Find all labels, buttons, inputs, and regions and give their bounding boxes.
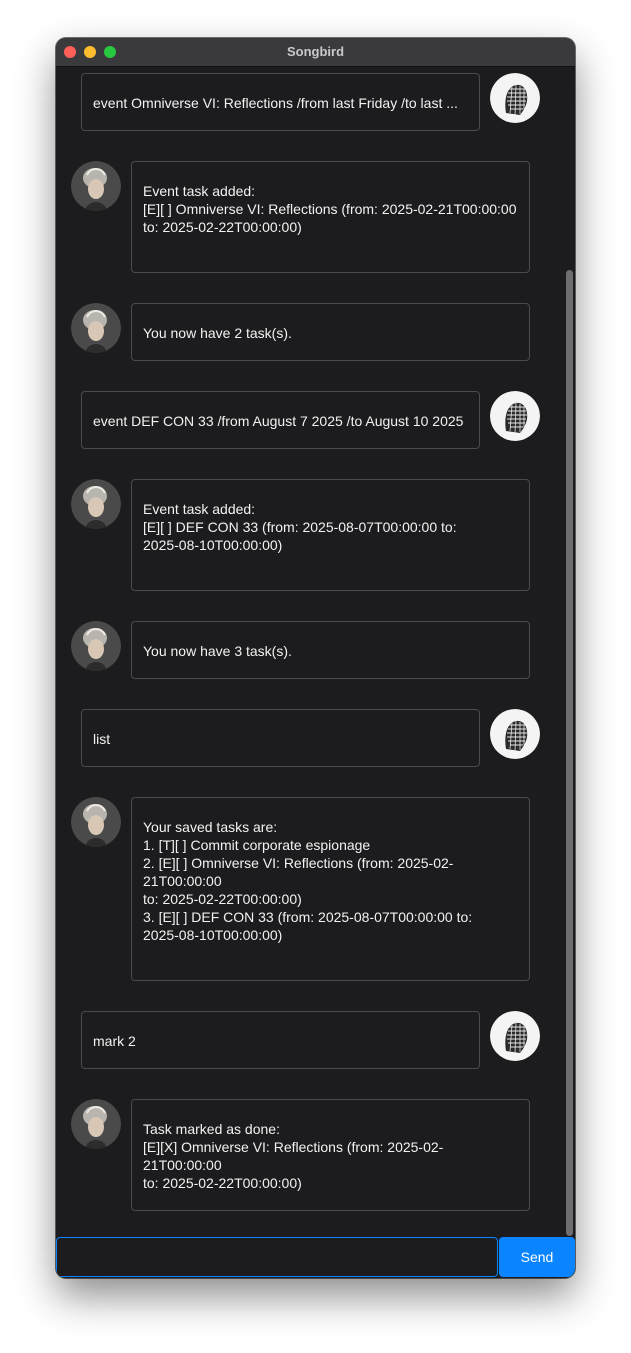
chat-scroll-area[interactable]: event Omniverse VI: Reflections /from la… [56, 67, 575, 1237]
bot-message-bubble: Task marked as done: [E][X] Omniverse VI… [131, 1099, 530, 1211]
user-message-bubble: mark 2 [81, 1011, 480, 1069]
message-input[interactable] [56, 1237, 498, 1277]
user-avatar-icon [490, 709, 540, 759]
bot-message-bubble: Event task added: [E][ ] DEF CON 33 (fro… [131, 479, 530, 591]
bot-message-bubble: You now have 3 task(s). [131, 621, 530, 679]
user-message-bubble: event Omniverse VI: Reflections /from la… [81, 73, 480, 131]
user-avatar-icon [490, 391, 540, 441]
title-bar: Songbird [56, 38, 575, 67]
user-message-bubble: list [81, 709, 480, 767]
bot-avatar-icon [71, 1099, 121, 1149]
bot-avatar-icon [71, 303, 121, 353]
app-window: Songbird event Omniverse VI: Reflections… [56, 38, 575, 1278]
input-bar: Send [56, 1237, 575, 1278]
window-title: Songbird [286, 44, 345, 59]
bot-avatar-icon [71, 621, 121, 671]
bot-message-bubble: Event task added: [E][ ] Omniverse VI: R… [131, 161, 530, 273]
bot-avatar-icon [71, 479, 121, 529]
bot-message-bubble: You now have 2 task(s). [131, 303, 530, 361]
send-button[interactable]: Send [499, 1237, 575, 1277]
user-message-bubble: event DEF CON 33 /from August 7 2025 /to… [81, 391, 480, 449]
user-avatar-icon [490, 1011, 540, 1061]
bot-avatar-icon [71, 161, 121, 211]
vertical-scrollbar[interactable] [566, 270, 573, 1236]
user-avatar-icon [490, 73, 540, 123]
bot-avatar-icon [71, 797, 121, 847]
bot-message-bubble: Your saved tasks are: 1. [T][ ] Commit c… [131, 797, 530, 981]
